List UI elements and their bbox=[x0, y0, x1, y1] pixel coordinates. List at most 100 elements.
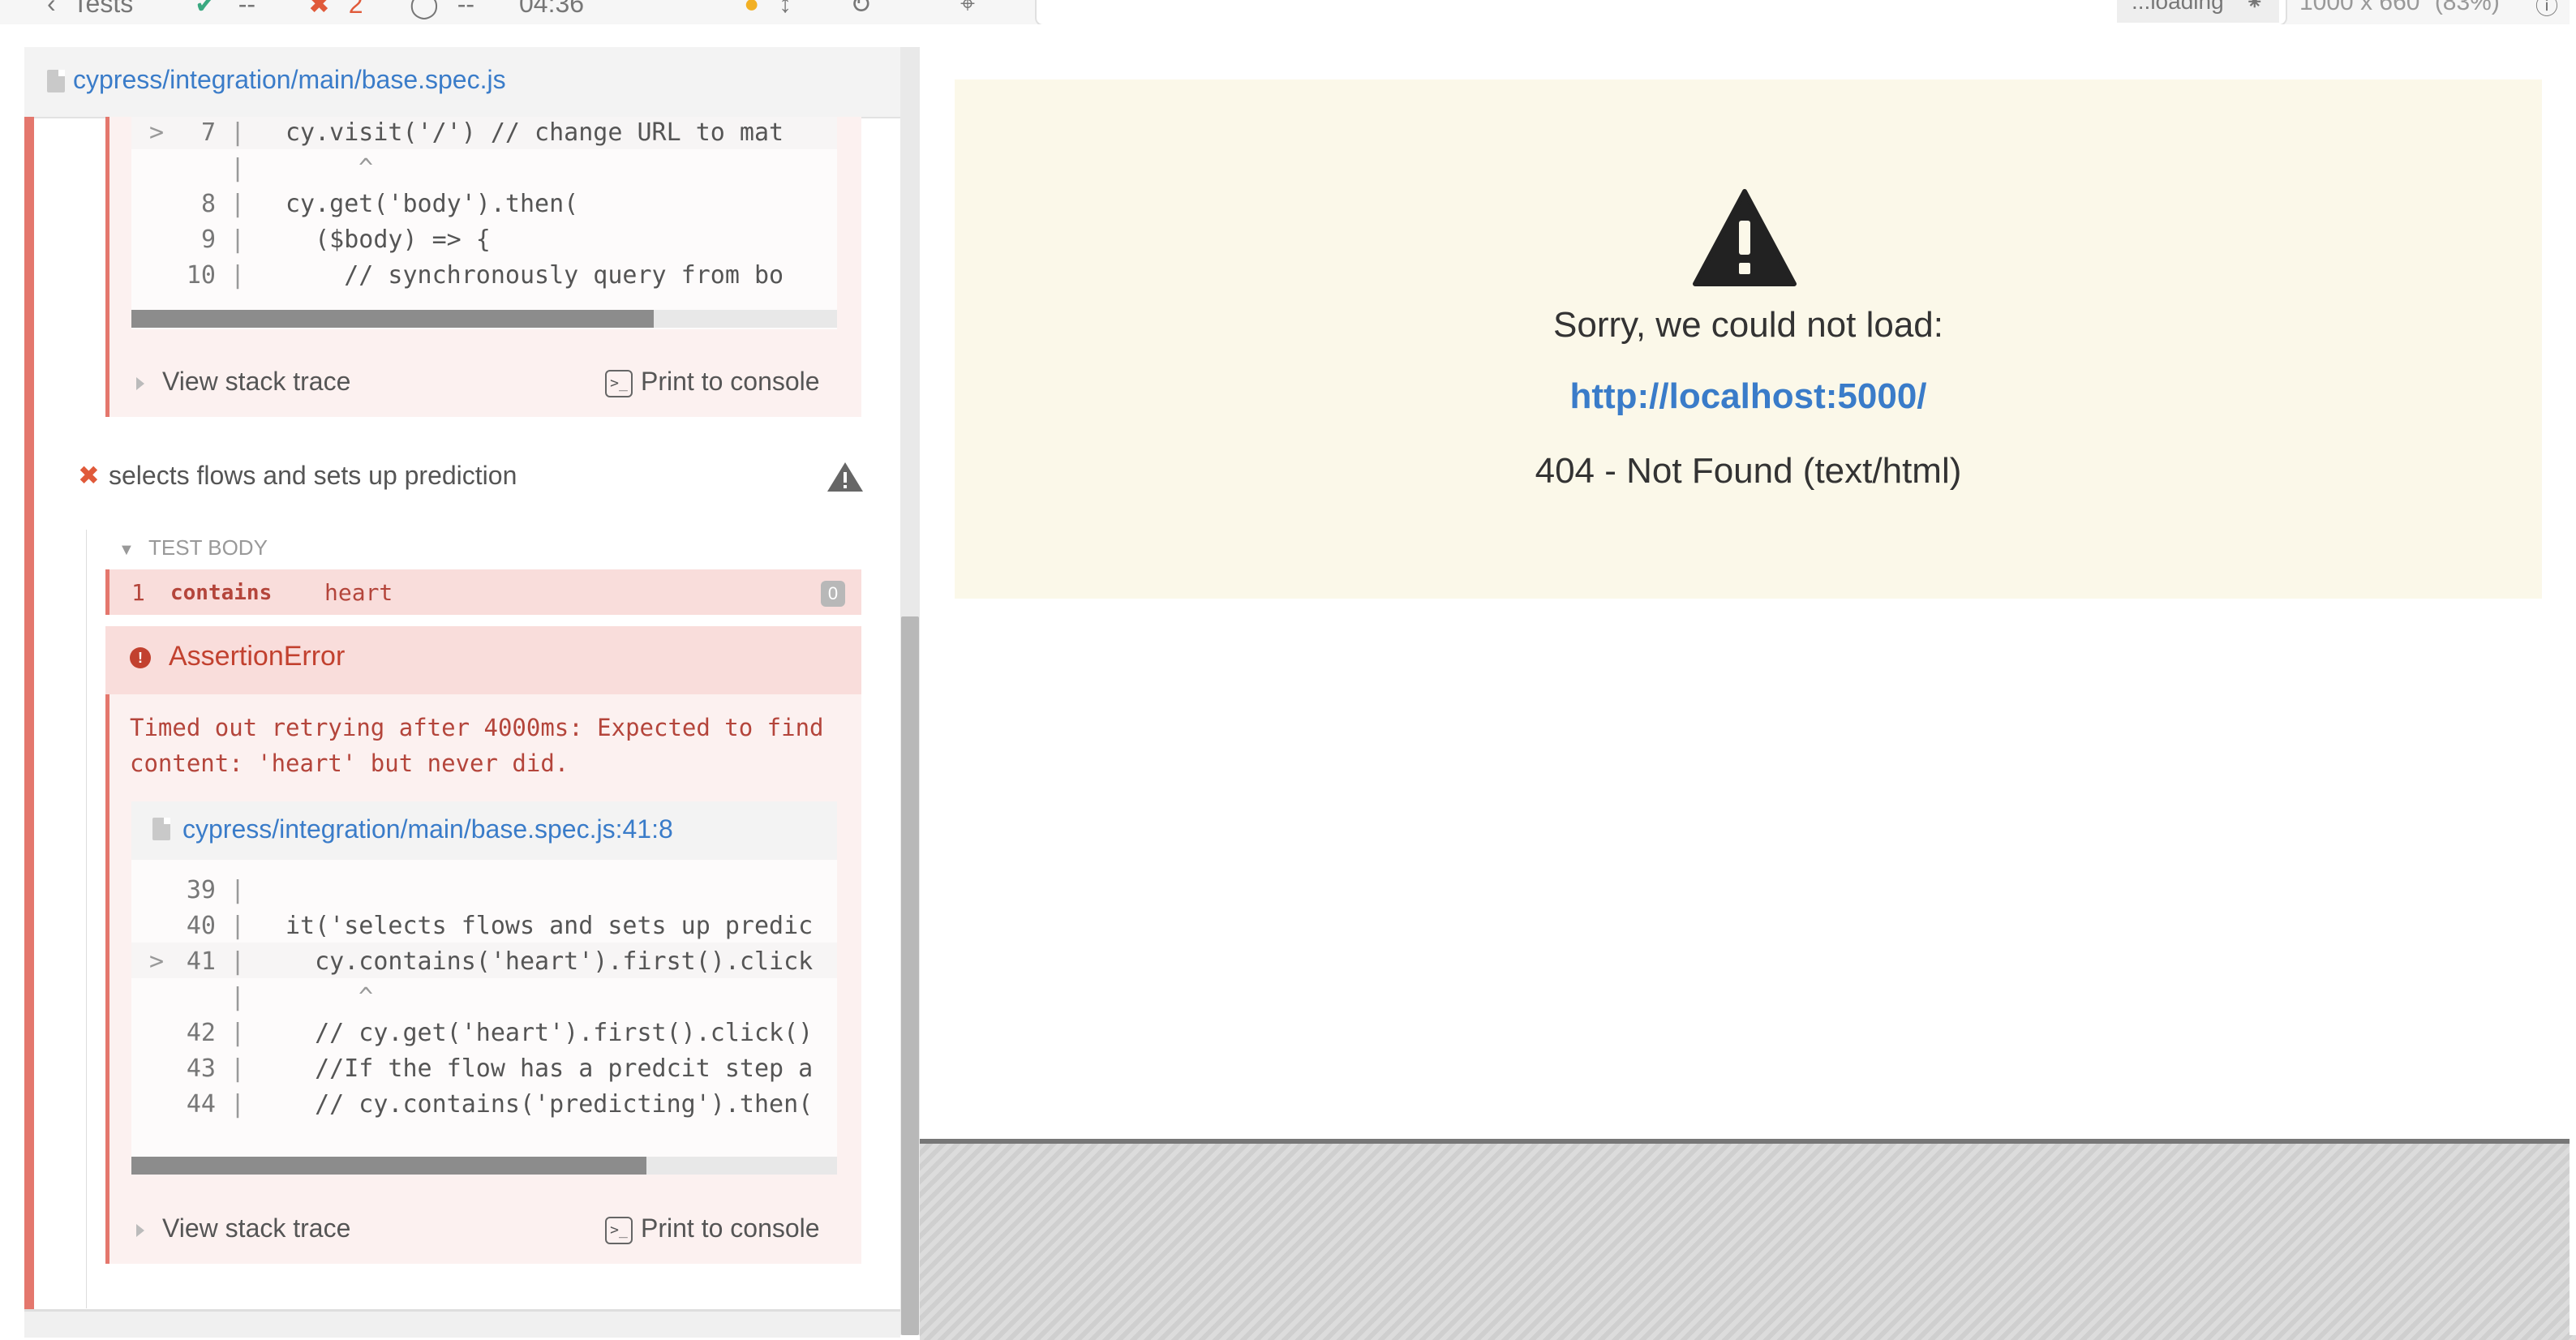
error-bar bbox=[105, 626, 109, 1264]
info-icon[interactable]: ⓘ bbox=[2535, 0, 2558, 21]
reporter-scrollbar-thumb[interactable] bbox=[901, 616, 919, 1335]
error-name: AssertionError bbox=[169, 641, 346, 672]
load-error-url[interactable]: http://localhost:5000/ bbox=[955, 376, 2542, 417]
code-text: cy.contains('heart').first().click bbox=[286, 947, 814, 976]
gutter-pipe: | bbox=[230, 1019, 246, 1047]
line-number: 9 bbox=[200, 225, 216, 254]
url-bar[interactable] bbox=[1035, 0, 2287, 24]
error-icon: ! bbox=[130, 647, 151, 668]
line-number: 42 bbox=[186, 1019, 216, 1047]
pending-count: -- bbox=[457, 0, 475, 19]
file-icon bbox=[152, 818, 170, 840]
viewport-scale: (83%) bbox=[2434, 0, 2500, 15]
gutter-pipe: | bbox=[230, 190, 246, 218]
code-frame: >7 | cy.visit('/') // change URL to mat | ^ 8… bbox=[131, 117, 837, 329]
error-message-line-1: Timed out retrying after 4000ms: Expecte… bbox=[130, 714, 824, 741]
gutter-pipe: | bbox=[230, 983, 246, 1011]
gutter-pipe: | bbox=[230, 154, 246, 183]
failed-stat: ✖ 2 bbox=[308, 0, 363, 19]
back-to-tests-button[interactable]: ‹ Tests bbox=[47, 0, 133, 19]
circle-icon: ◯ bbox=[410, 0, 439, 19]
tree-line bbox=[86, 530, 87, 1308]
dot-icon: ● bbox=[744, 0, 760, 18]
print-to-console-button[interactable]: >_ Print to console bbox=[605, 367, 820, 397]
code-text: // synchronously query from bo bbox=[286, 261, 784, 290]
terminal-icon: >_ bbox=[605, 1216, 633, 1244]
line-number: 43 bbox=[186, 1054, 216, 1083]
line-number: 44 bbox=[186, 1090, 216, 1119]
line-marker: > bbox=[149, 118, 165, 147]
passed-stat: ✔ -- bbox=[195, 0, 255, 19]
url-loading-text: ...loading bbox=[2132, 0, 2224, 14]
line-marker: > bbox=[149, 947, 165, 976]
line-number: 8 bbox=[200, 190, 216, 218]
error-message-line-2: content: 'heart' but never did. bbox=[130, 749, 569, 777]
failed-suite-indicator bbox=[24, 117, 34, 1309]
caret-right-icon bbox=[136, 376, 144, 390]
arrow-down-icon[interactable]: ↕ bbox=[779, 0, 792, 19]
command-error-bar bbox=[105, 569, 109, 615]
view-stack-trace-label: View stack trace bbox=[162, 367, 351, 396]
spinner-icon: ⁕ bbox=[2245, 0, 2265, 15]
command-name: contains bbox=[170, 581, 273, 605]
app-preview-backdrop bbox=[920, 1139, 2576, 1340]
gutter-pipe: | bbox=[230, 118, 246, 147]
view-stack-trace-toggle[interactable]: View stack trace bbox=[136, 1213, 350, 1243]
print-to-console-button[interactable]: >_ Print to console bbox=[605, 1213, 820, 1244]
print-to-console-label: Print to console bbox=[641, 1213, 820, 1243]
test-title[interactable]: selects flows and sets up prediction bbox=[109, 461, 517, 491]
code-frame-scrollbar-thumb[interactable] bbox=[131, 310, 654, 328]
selector-playground-icon[interactable]: ⌖ bbox=[960, 0, 975, 19]
gutter-pipe: | bbox=[230, 1054, 246, 1083]
code-text: ($body) => { bbox=[286, 225, 491, 254]
code-text: ^ bbox=[358, 154, 374, 183]
view-stack-trace-label: View stack trace bbox=[162, 1213, 351, 1243]
load-error-status: 404 - Not Found (text/html) bbox=[1535, 451, 1962, 491]
print-to-console-label: Print to console bbox=[641, 367, 820, 396]
file-icon bbox=[47, 70, 65, 92]
warning-icon bbox=[826, 461, 865, 493]
cross-icon: ✖ bbox=[308, 0, 330, 19]
element-count-badge: 0 bbox=[821, 581, 845, 607]
warning-icon bbox=[1692, 188, 1797, 287]
window-edge bbox=[2570, 0, 2576, 1335]
gutter-pipe: | bbox=[230, 876, 246, 904]
code-text: it('selects flows and sets up predic bbox=[286, 912, 814, 940]
viewport-size: 1000 x 660 (83%) bbox=[2299, 0, 2500, 16]
reload-icon[interactable]: ↻ bbox=[850, 0, 872, 19]
line-number: 40 bbox=[186, 912, 216, 940]
error-bar bbox=[105, 117, 109, 417]
line-number: 10 bbox=[186, 261, 216, 290]
reporter-footer bbox=[24, 1309, 900, 1338]
viewport-dimensions: 1000 x 660 bbox=[2299, 0, 2420, 15]
failed-count: 2 bbox=[348, 0, 363, 19]
caret-right-icon bbox=[136, 1223, 144, 1237]
gutter-pipe: | bbox=[230, 1090, 246, 1119]
top-toolbar: ‹ Tests ✔ -- ✖ 2 ◯ -- 04:36 ● ↕ ↻ ⌖ ...l… bbox=[0, 0, 2576, 24]
gutter-pipe: | bbox=[230, 947, 246, 976]
failed-test-icon: ✖ bbox=[78, 461, 100, 490]
code-frame-file-link[interactable]: cypress/integration/main/base.spec.js:41… bbox=[182, 814, 673, 844]
gutter-pipe: | bbox=[230, 225, 246, 254]
code-text: ^ bbox=[358, 983, 374, 1011]
test-body-toggle[interactable]: ▼ TEST BODY bbox=[118, 535, 268, 560]
terminal-icon: >_ bbox=[605, 369, 633, 397]
load-error-title: Sorry, we could not load: bbox=[1553, 305, 1943, 345]
gutter-pipe: | bbox=[230, 261, 246, 290]
view-stack-trace-toggle[interactable]: View stack trace bbox=[136, 367, 350, 397]
code-text: // cy.contains('predicting').then( bbox=[286, 1090, 814, 1119]
chevron-left-icon: ‹ bbox=[47, 0, 56, 18]
pending-stat: ◯ -- bbox=[410, 0, 474, 19]
tests-label: Tests bbox=[72, 0, 134, 18]
gutter-pipe: | bbox=[230, 912, 246, 940]
command-number: 1 bbox=[131, 579, 145, 606]
test-body-label: TEST BODY bbox=[148, 535, 268, 560]
caret-down-icon: ▼ bbox=[118, 541, 135, 559]
code-frame-scrollbar-thumb[interactable] bbox=[131, 1157, 646, 1175]
command-argument: heart bbox=[324, 579, 393, 606]
code-frame: 39 | 40 | it('selects flows and sets up pred… bbox=[131, 860, 837, 1165]
duration: 04:36 bbox=[519, 0, 585, 18]
spec-file-link[interactable]: cypress/integration/main/base.spec.js bbox=[73, 65, 506, 95]
line-number: 39 bbox=[186, 876, 216, 904]
line-number: 7 bbox=[200, 118, 216, 147]
